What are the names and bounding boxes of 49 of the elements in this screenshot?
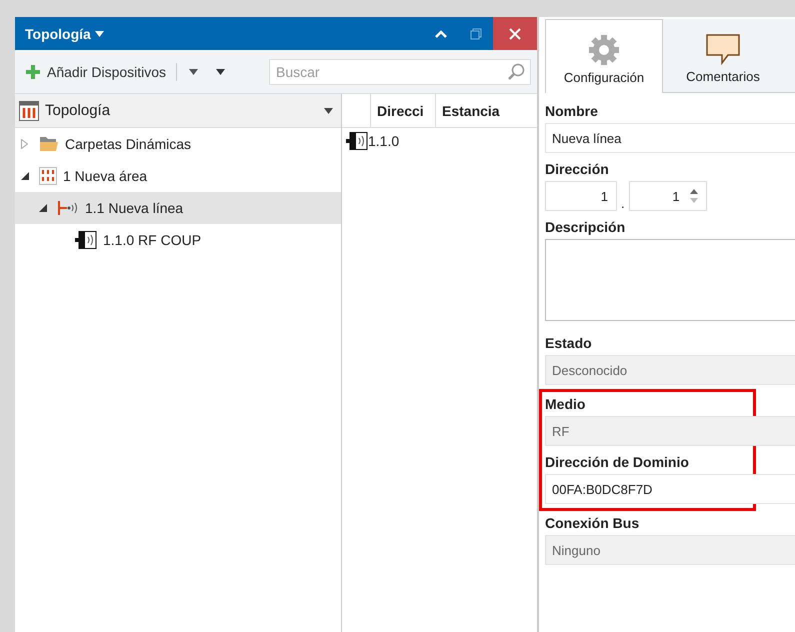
dropdown-caret-icon bbox=[94, 30, 104, 36]
gear-icon bbox=[588, 34, 620, 66]
close-icon bbox=[509, 28, 521, 40]
comment-icon bbox=[706, 33, 740, 65]
tab[interactable]: Configuración bbox=[545, 19, 663, 93]
column-header[interactable]: Estancia bbox=[435, 94, 537, 127]
field-label: Conexión Bus bbox=[545, 514, 640, 533]
field-label: Dirección bbox=[545, 160, 610, 179]
folder-icon bbox=[39, 136, 59, 152]
plus-icon bbox=[25, 64, 41, 80]
text-field[interactable]: Nueva línea bbox=[545, 123, 795, 153]
chevron-up-icon bbox=[435, 30, 447, 38]
caret-icon bbox=[189, 68, 198, 74]
topology-icon bbox=[19, 100, 39, 120]
add-devices-button[interactable]: Añadir Dispositivos bbox=[21, 64, 170, 80]
search-field[interactable]: Buscar bbox=[269, 58, 531, 84]
field-label: Descripción bbox=[545, 218, 626, 237]
field-label: Dirección de Dominio bbox=[545, 453, 690, 472]
separator-text: . bbox=[621, 196, 625, 211]
device-icon bbox=[75, 231, 97, 249]
spinner-arrows-icon[interactable] bbox=[690, 188, 698, 204]
tree-item[interactable]: 1.1.0 RF COUP bbox=[15, 224, 341, 256]
tree-item[interactable]: Carpetas Dinámicas bbox=[15, 128, 341, 160]
readonly-field: RF bbox=[545, 416, 795, 446]
expanded-arrow-icon[interactable] bbox=[39, 204, 47, 212]
readonly-field: Desconocido bbox=[545, 355, 795, 385]
expanded-arrow-icon[interactable] bbox=[21, 172, 29, 180]
spin-field[interactable]: 1 bbox=[628, 181, 707, 211]
close-button[interactable] bbox=[493, 17, 537, 50]
number-field[interactable]: 1 bbox=[545, 181, 617, 211]
tree-item[interactable]: 1.1 Nueva línea bbox=[15, 192, 341, 224]
device-icon bbox=[346, 132, 368, 150]
restore-icon bbox=[470, 28, 482, 40]
column-header[interactable]: Direcci bbox=[370, 94, 435, 127]
field-label: Nombre bbox=[545, 102, 599, 121]
grid-icon bbox=[39, 167, 57, 185]
tree-header: Topología bbox=[45, 102, 112, 119]
field-label: Medio bbox=[545, 395, 586, 414]
search-icon bbox=[507, 62, 525, 80]
tree-item[interactable]: 1 Nueva área bbox=[15, 160, 341, 192]
table-cell: 1.1.0 bbox=[368, 133, 400, 149]
tab[interactable]: Comentarios bbox=[663, 19, 783, 92]
description-field[interactable] bbox=[545, 239, 795, 321]
readonly-field: Ninguno bbox=[545, 535, 795, 565]
caret-icon bbox=[216, 68, 226, 74]
line-icon bbox=[57, 200, 79, 216]
field-label: Estado bbox=[545, 334, 593, 353]
text-field[interactable]: 00FA:B0DC8F7D bbox=[545, 474, 795, 504]
dropdown-caret-icon bbox=[324, 108, 333, 114]
